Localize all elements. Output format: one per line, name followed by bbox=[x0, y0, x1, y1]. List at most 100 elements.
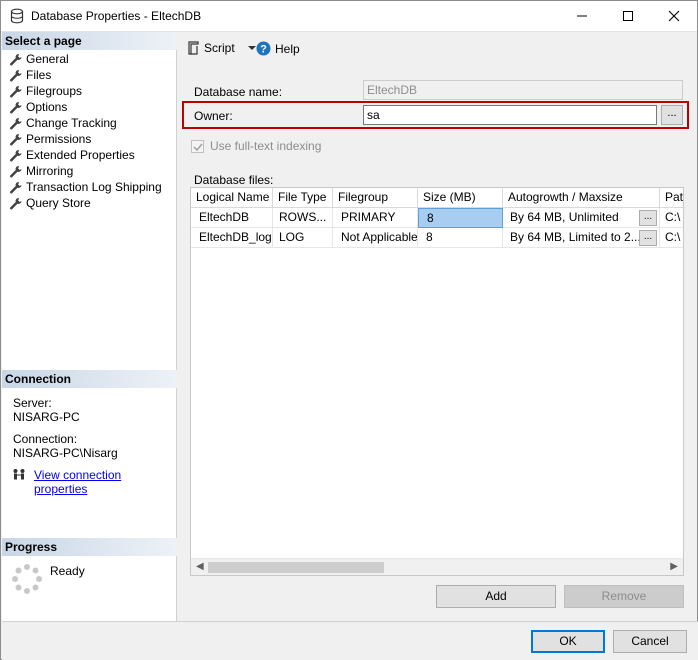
column-header-autogrowth[interactable]: Autogrowth / Maxsize bbox=[503, 188, 660, 208]
minimize-button[interactable] bbox=[559, 1, 605, 31]
checkmark-icon bbox=[193, 143, 203, 152]
owner-label: Owner: bbox=[194, 109, 233, 123]
scroll-right-icon[interactable]: ▶ bbox=[670, 561, 678, 572]
column-header-size[interactable]: Size (MB) bbox=[418, 188, 503, 208]
connection-value: NISARG-PC\Nisarg bbox=[13, 446, 118, 460]
cell-path[interactable]: C:\ bbox=[660, 208, 683, 228]
page-item-label: Extended Properties bbox=[26, 148, 135, 162]
cell-size[interactable]: 8 bbox=[418, 228, 503, 248]
ok-button[interactable]: OK bbox=[531, 630, 605, 653]
page-item-files[interactable]: Files bbox=[2, 67, 177, 83]
cell-autogrowth[interactable]: By 64 MB, Limited to 2... bbox=[503, 228, 660, 248]
autogrowth-browse-button[interactable]: ... bbox=[639, 230, 657, 246]
database-name-input[interactable] bbox=[363, 80, 683, 100]
cell-filegroup[interactable]: PRIMARY bbox=[333, 208, 418, 228]
view-connection-properties-link[interactable]: View connection properties bbox=[34, 468, 176, 496]
help-button[interactable]: ? Help bbox=[256, 41, 300, 56]
database-properties-window: Database Properties - EltechDB Select a … bbox=[0, 0, 698, 660]
wrench-icon bbox=[9, 102, 22, 114]
close-button[interactable] bbox=[651, 1, 697, 31]
page-item-extended-properties[interactable]: Extended Properties bbox=[2, 147, 177, 163]
page-item-label: Filegroups bbox=[26, 84, 83, 98]
scrollbar-thumb[interactable] bbox=[208, 562, 384, 573]
maximize-icon bbox=[623, 11, 633, 21]
remove-button[interactable]: Remove bbox=[564, 585, 684, 608]
column-header-file-type[interactable]: File Type bbox=[273, 188, 333, 208]
close-icon bbox=[668, 10, 680, 22]
page-item-mirroring[interactable]: Mirroring bbox=[2, 163, 177, 179]
wrench-icon bbox=[9, 70, 22, 82]
server-value: NISARG-PC bbox=[13, 410, 80, 424]
page-item-label: Permissions bbox=[26, 132, 92, 146]
fulltext-label: Use full-text indexing bbox=[210, 139, 322, 153]
script-label: Script bbox=[204, 41, 235, 55]
wrench-icon bbox=[9, 182, 22, 194]
cell-file-type[interactable]: ROWS... bbox=[273, 208, 333, 228]
svg-text:?: ? bbox=[260, 44, 267, 56]
left-panel: Select a page General Files Filegroups O… bbox=[2, 32, 177, 621]
fulltext-checkbox[interactable] bbox=[191, 140, 204, 153]
cell-path[interactable]: C:\ bbox=[660, 228, 683, 248]
page-item-label: Options bbox=[26, 100, 68, 114]
autogrowth-browse-button[interactable]: ... bbox=[639, 210, 657, 226]
page-item-label: Mirroring bbox=[26, 164, 74, 178]
cell-filegroup[interactable]: Not Applicable bbox=[333, 228, 418, 248]
page-item-filegroups[interactable]: Filegroups bbox=[2, 83, 177, 99]
add-button[interactable]: Add bbox=[436, 585, 556, 608]
wrench-icon bbox=[9, 150, 22, 162]
help-label: Help bbox=[275, 41, 300, 56]
script-icon bbox=[188, 41, 199, 55]
column-header-path[interactable]: Path bbox=[660, 188, 683, 208]
cell-file-type[interactable]: LOG bbox=[273, 228, 333, 248]
wrench-icon bbox=[9, 166, 22, 178]
maximize-button[interactable] bbox=[605, 1, 651, 31]
column-header-logical-name[interactable]: Logical Name bbox=[191, 188, 273, 208]
scroll-left-icon[interactable]: ◀ bbox=[196, 561, 204, 572]
minimize-icon bbox=[577, 15, 587, 17]
page-item-label: Query Store bbox=[26, 196, 91, 210]
title-bar[interactable]: Database Properties - EltechDB bbox=[1, 1, 697, 32]
page-item-label: General bbox=[26, 52, 69, 66]
window-title: Database Properties - EltechDB bbox=[31, 9, 202, 23]
script-button[interactable]: Script bbox=[186, 41, 257, 55]
page-item-transaction-log-shipping[interactable]: Transaction Log Shipping bbox=[2, 179, 177, 195]
database-icon bbox=[10, 8, 24, 24]
progress-status: Ready bbox=[50, 564, 85, 578]
owner-input[interactable] bbox=[363, 105, 657, 125]
page-item-permissions[interactable]: Permissions bbox=[2, 131, 177, 147]
table-row[interactable]: EltechDB_log LOG Not Applicable 8 By 64 … bbox=[191, 228, 683, 248]
wrench-icon bbox=[9, 134, 22, 146]
column-header-filegroup[interactable]: Filegroup bbox=[333, 188, 418, 208]
select-page-header: Select a page bbox=[2, 32, 177, 50]
cell-logical-name[interactable]: EltechDB bbox=[191, 208, 273, 228]
database-files-grid: Logical Name File Type Filegroup Size (M… bbox=[190, 187, 684, 576]
page-item-label: Files bbox=[26, 68, 52, 82]
cell-autogrowth[interactable]: By 64 MB, Unlimited bbox=[503, 208, 660, 228]
horizontal-scrollbar[interactable]: ◀ ▶ bbox=[191, 558, 683, 575]
owner-browse-button[interactable]: ... bbox=[661, 105, 683, 125]
page-item-label: Change Tracking bbox=[26, 116, 117, 130]
page-item-change-tracking[interactable]: Change Tracking bbox=[2, 115, 177, 131]
page-item-label: Transaction Log Shipping bbox=[26, 180, 162, 194]
page-item-query-store[interactable]: Query Store bbox=[2, 195, 177, 211]
files-page-content: Database name: Owner: ... Use full-text … bbox=[178, 67, 697, 621]
server-label: Server: bbox=[13, 396, 52, 410]
progress-header: Progress bbox=[2, 538, 177, 556]
database-name-label: Database name: bbox=[194, 85, 283, 99]
wrench-icon bbox=[9, 86, 22, 98]
database-files-label: Database files: bbox=[194, 173, 274, 187]
wrench-icon bbox=[9, 198, 22, 210]
page-item-options[interactable]: Options bbox=[2, 99, 177, 115]
dialog-button-bar: OK Cancel bbox=[2, 621, 698, 660]
connection-properties-icon bbox=[13, 469, 25, 480]
page-list: General Files Filegroups Options Change … bbox=[2, 51, 177, 211]
cancel-button[interactable]: Cancel bbox=[613, 630, 687, 653]
wrench-icon bbox=[9, 118, 22, 130]
wrench-icon bbox=[9, 54, 22, 66]
connection-label: Connection: bbox=[13, 432, 78, 446]
cell-logical-name[interactable]: EltechDB_log bbox=[191, 228, 273, 248]
table-row[interactable]: EltechDB ROWS... PRIMARY 8 By 64 MB, Unl… bbox=[191, 208, 683, 228]
cell-size[interactable]: 8 bbox=[418, 208, 503, 228]
grid-header: Logical Name File Type Filegroup Size (M… bbox=[191, 188, 683, 208]
page-item-general[interactable]: General bbox=[2, 51, 177, 67]
